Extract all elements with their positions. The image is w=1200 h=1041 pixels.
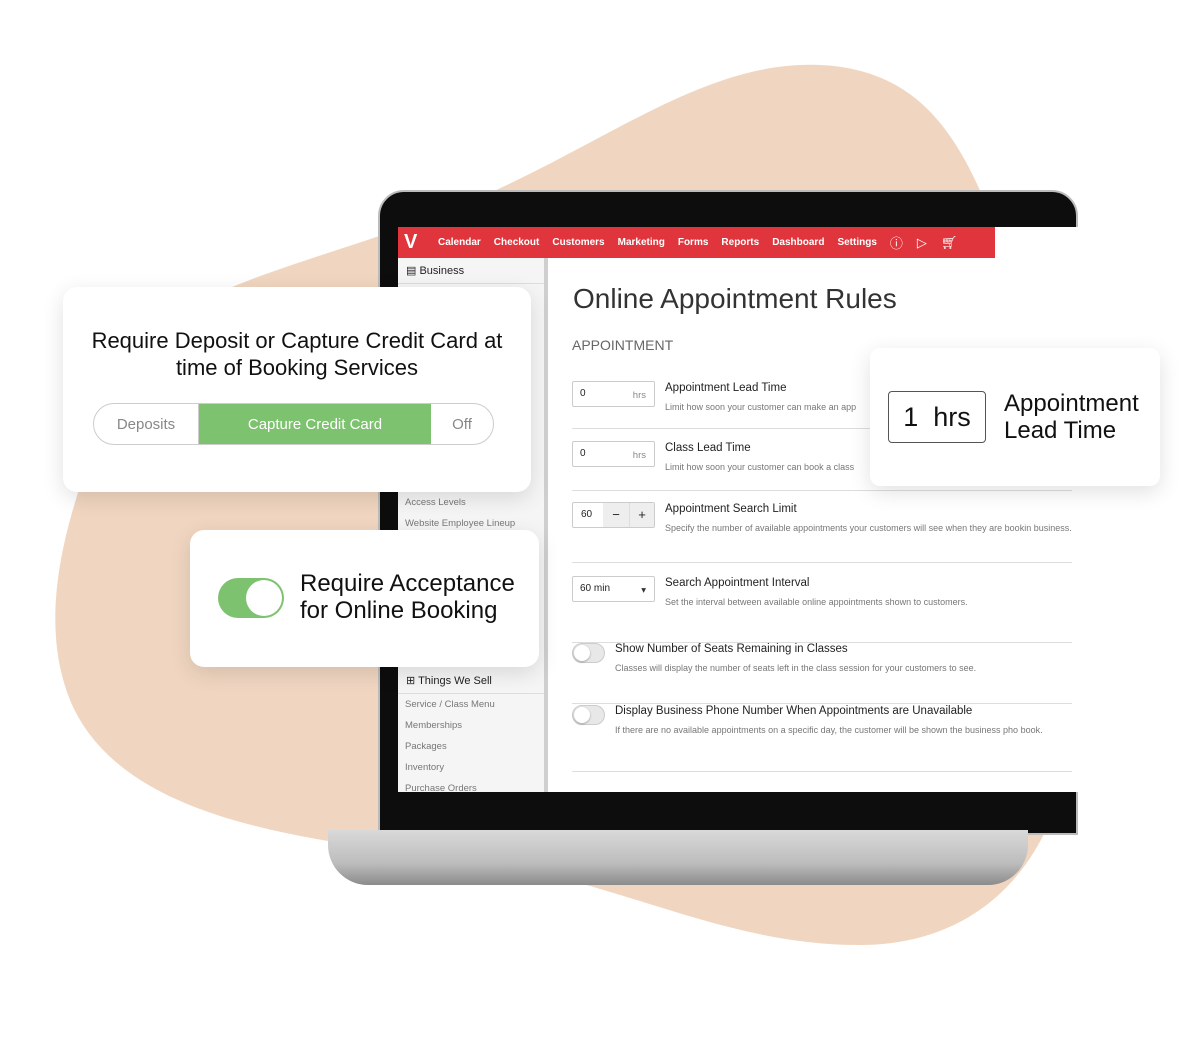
sidebar-item-service-menu[interactable]: Service / Class Menu	[398, 694, 544, 715]
sidebar-item-purchase-orders[interactable]: Purchase Orders	[398, 778, 544, 792]
sidebar-header-business[interactable]: ▤ Business	[398, 258, 544, 284]
main-content: Online Appointment Rules APPOINTMENT 0 hr…	[553, 258, 1078, 792]
option-capture-credit-card[interactable]: Capture Credit Card	[199, 404, 431, 444]
deposit-segmented-control: Deposits Capture Credit Card Off	[93, 403, 494, 445]
section-heading: APPOINTMENT	[572, 337, 674, 353]
laptop-base	[328, 830, 1028, 885]
class-lead-time-input[interactable]: 0 hrs	[572, 441, 655, 467]
bag-icon: ⊞	[406, 675, 419, 687]
nav-settings[interactable]: Settings	[837, 237, 876, 248]
nav-reports[interactable]: Reports	[721, 237, 759, 248]
setting-desc: If there are no available appointments o…	[615, 725, 1043, 735]
setting-desc: Classes will display the number of seats…	[615, 663, 977, 673]
setting-row: Display Business Phone Number When Appoi…	[572, 705, 1072, 772]
seats-remaining-toggle[interactable]	[572, 643, 605, 663]
sidebar-item-memberships[interactable]: Memberships	[398, 715, 544, 736]
business-phone-toggle[interactable]	[572, 705, 605, 725]
require-acceptance-toggle[interactable]	[218, 578, 284, 618]
option-off[interactable]: Off	[431, 404, 493, 444]
acceptance-card: Require Acceptance for Online Booking	[190, 530, 539, 667]
input-value: 0	[580, 388, 586, 399]
select-value: 60 min	[580, 583, 611, 594]
setting-row: 60 min ▾ Search Appointment Interval Set …	[572, 576, 1072, 643]
caret-down-icon: ▾	[641, 585, 646, 596]
plus-button[interactable]: +	[629, 503, 654, 527]
help-icon[interactable]: ⓘ	[890, 233, 903, 252]
setting-title: Appointment Lead Time	[665, 382, 787, 394]
acceptance-card-title: Require Acceptance for Online Booking	[300, 570, 515, 624]
setting-title: Search Appointment Interval	[665, 577, 810, 589]
sidebar-item-inventory[interactable]: Inventory	[398, 757, 544, 778]
setting-desc: Set the interval between available onlin…	[665, 597, 968, 607]
interval-select[interactable]: 60 min ▾	[572, 576, 655, 602]
top-nav: V Calendar Checkout Customers Marketing …	[398, 227, 995, 258]
search-limit-stepper[interactable]: 60 − +	[572, 502, 655, 528]
input-value: 0	[580, 448, 586, 459]
setting-title: Show Number of Seats Remaining in Classe…	[615, 643, 848, 655]
nav-marketing[interactable]: Marketing	[618, 237, 665, 248]
appointment-lead-time-input[interactable]: 0 hrs	[572, 381, 655, 407]
minus-button[interactable]: −	[603, 503, 629, 527]
unit-label: hrs	[632, 390, 646, 401]
cart-icon[interactable]: 🛒︎	[941, 235, 958, 251]
play-icon[interactable]: ▷	[917, 235, 927, 251]
sidebar-header-label: Things We Sell	[418, 675, 492, 687]
setting-desc: Specify the number of available appointm…	[665, 523, 1072, 533]
stepper-value: 60	[581, 509, 593, 520]
deposit-card-title: Require Deposit or Capture Credit Card a…	[91, 328, 503, 380]
vagaro-logo[interactable]: V	[404, 231, 438, 254]
setting-row: 60 − + Appointment Search Limit Specify …	[572, 502, 1072, 563]
store-icon: ▤	[406, 265, 420, 277]
sidebar-item-packages[interactable]: Packages	[398, 736, 544, 757]
sidebar-item-access-levels[interactable]: Access Levels	[398, 492, 544, 513]
nav-dashboard[interactable]: Dashboard	[772, 237, 824, 248]
lead-time-value: 1 hrs	[888, 391, 986, 443]
setting-row: Show Number of Seats Remaining in Classe…	[572, 643, 1072, 704]
setting-title: Appointment Search Limit	[665, 503, 797, 515]
deposit-card: Require Deposit or Capture Credit Card a…	[63, 287, 531, 492]
setting-title: Class Lead Time	[665, 442, 751, 454]
lead-time-card: 1 hrs Appointment Lead Time	[870, 348, 1160, 486]
sidebar-header-label: Business	[419, 265, 465, 277]
unit-label: hrs	[632, 450, 646, 461]
nav-calendar[interactable]: Calendar	[438, 237, 481, 248]
sidebar-header-things-we-sell[interactable]: ⊞ Things We Sell	[398, 668, 544, 694]
nav-checkout[interactable]: Checkout	[494, 237, 540, 248]
page-title: Online Appointment Rules	[573, 283, 897, 314]
setting-title: Display Business Phone Number When Appoi…	[615, 705, 973, 717]
nav-forms[interactable]: Forms	[678, 237, 709, 248]
option-deposits[interactable]: Deposits	[94, 404, 199, 444]
nav-customers[interactable]: Customers	[552, 237, 604, 248]
lead-time-label: Appointment Lead Time	[1004, 390, 1139, 444]
